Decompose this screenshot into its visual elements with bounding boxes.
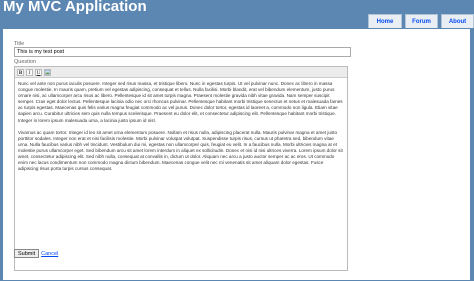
nav-about[interactable]: About — [441, 14, 474, 28]
editor-content[interactable]: Nunc vel ante non purus iaculis posuere.… — [15, 78, 347, 172]
question-label: Question — [14, 59, 37, 65]
page-content: Title This is my test post Question B I … — [3, 29, 470, 280]
main-nav: Home Forum About — [368, 14, 474, 28]
submit-button[interactable]: Submit — [14, 249, 40, 258]
italic-button[interactable]: I — [26, 68, 33, 76]
insert-image-icon[interactable] — [44, 68, 51, 76]
nav-forum[interactable]: Forum — [405, 14, 438, 28]
underline-button[interactable]: U — [35, 68, 42, 76]
question-editor: B I U Nunc vel ante non purus iaculis po… — [14, 66, 348, 271]
editor-toolbar: B I U — [15, 67, 347, 78]
form-actions: Submit Cancel — [14, 249, 58, 258]
header: My MVC Application Home Forum About — [0, 0, 474, 30]
editor-paragraph: Vivamus ac quam tortor. Integer id leo s… — [18, 129, 343, 172]
cancel-link[interactable]: Cancel — [41, 251, 58, 257]
app-title: My MVC Application — [3, 0, 147, 15]
bold-button[interactable]: B — [17, 68, 24, 76]
nav-home[interactable]: Home — [368, 14, 402, 28]
title-input[interactable]: This is my test post — [14, 47, 351, 57]
editor-paragraph: Nunc vel ante non purus iaculis posuere.… — [18, 81, 343, 123]
